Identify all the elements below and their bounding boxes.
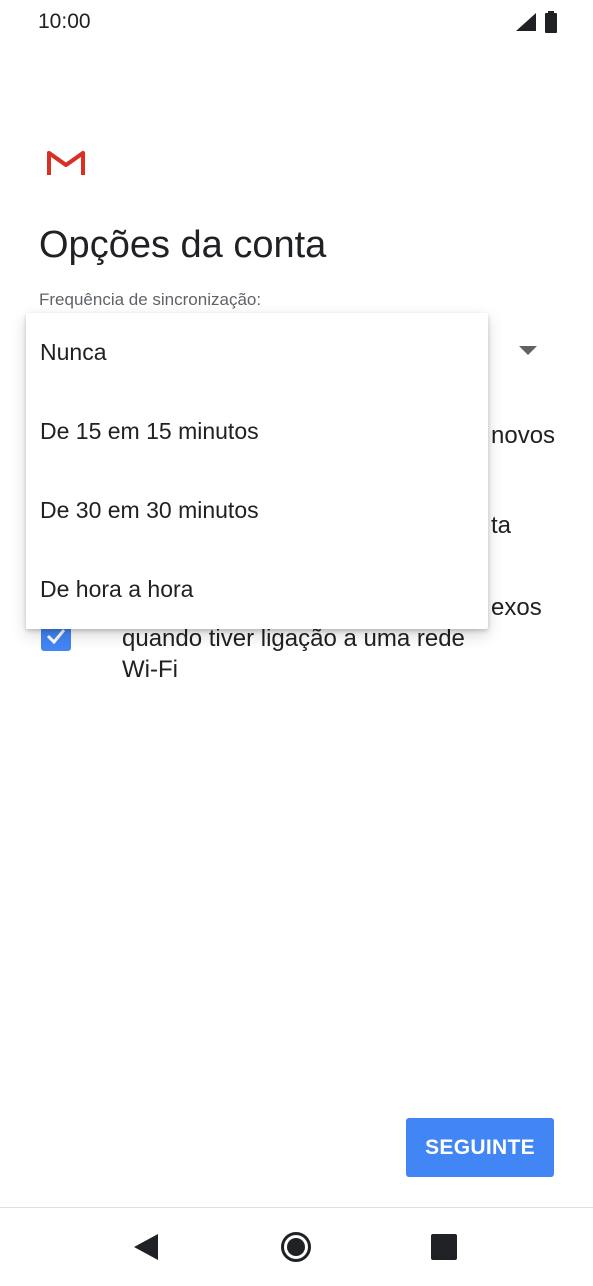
recents-icon[interactable] [431, 1234, 457, 1260]
sync-frequency-label: Frequência de sincronização: [39, 290, 262, 309]
sync-frequency-menu: Nunca De 15 em 15 minutos De 30 em 30 mi… [26, 313, 488, 629]
status-icons [515, 11, 557, 33]
download-attachments-line: Wi-Fi [122, 656, 178, 683]
option-notify-label-visible: novos [491, 422, 556, 449]
page-title: Opções da conta [39, 224, 327, 266]
option-download-label-visible: exos [491, 594, 542, 621]
home-icon[interactable] [281, 1232, 311, 1262]
menu-item-15-minutes[interactable]: De 15 em 15 minutos [26, 392, 488, 471]
option-sync-label-visible: ta [491, 512, 512, 539]
checkmark-icon [46, 629, 66, 644]
status-time: 10:00 [38, 10, 91, 33]
menu-item-30-minutes[interactable]: De 30 em 30 minutos [26, 471, 488, 550]
status-bar: 10:00 [0, 0, 593, 48]
signal-icon [516, 13, 536, 31]
next-button[interactable]: SEGUINTE [406, 1118, 554, 1177]
menu-item-never[interactable]: Nunca [26, 313, 488, 392]
navigation-bar [0, 1207, 593, 1286]
download-attachments-text: quando tiver ligação a uma rede Wi-Fi [122, 623, 563, 685]
dropdown-arrow-icon[interactable] [519, 346, 537, 355]
back-icon[interactable] [134, 1234, 158, 1260]
gmail-logo [47, 151, 85, 175]
battery-icon [545, 11, 557, 33]
menu-item-hourly[interactable]: De hora a hora [26, 550, 488, 629]
